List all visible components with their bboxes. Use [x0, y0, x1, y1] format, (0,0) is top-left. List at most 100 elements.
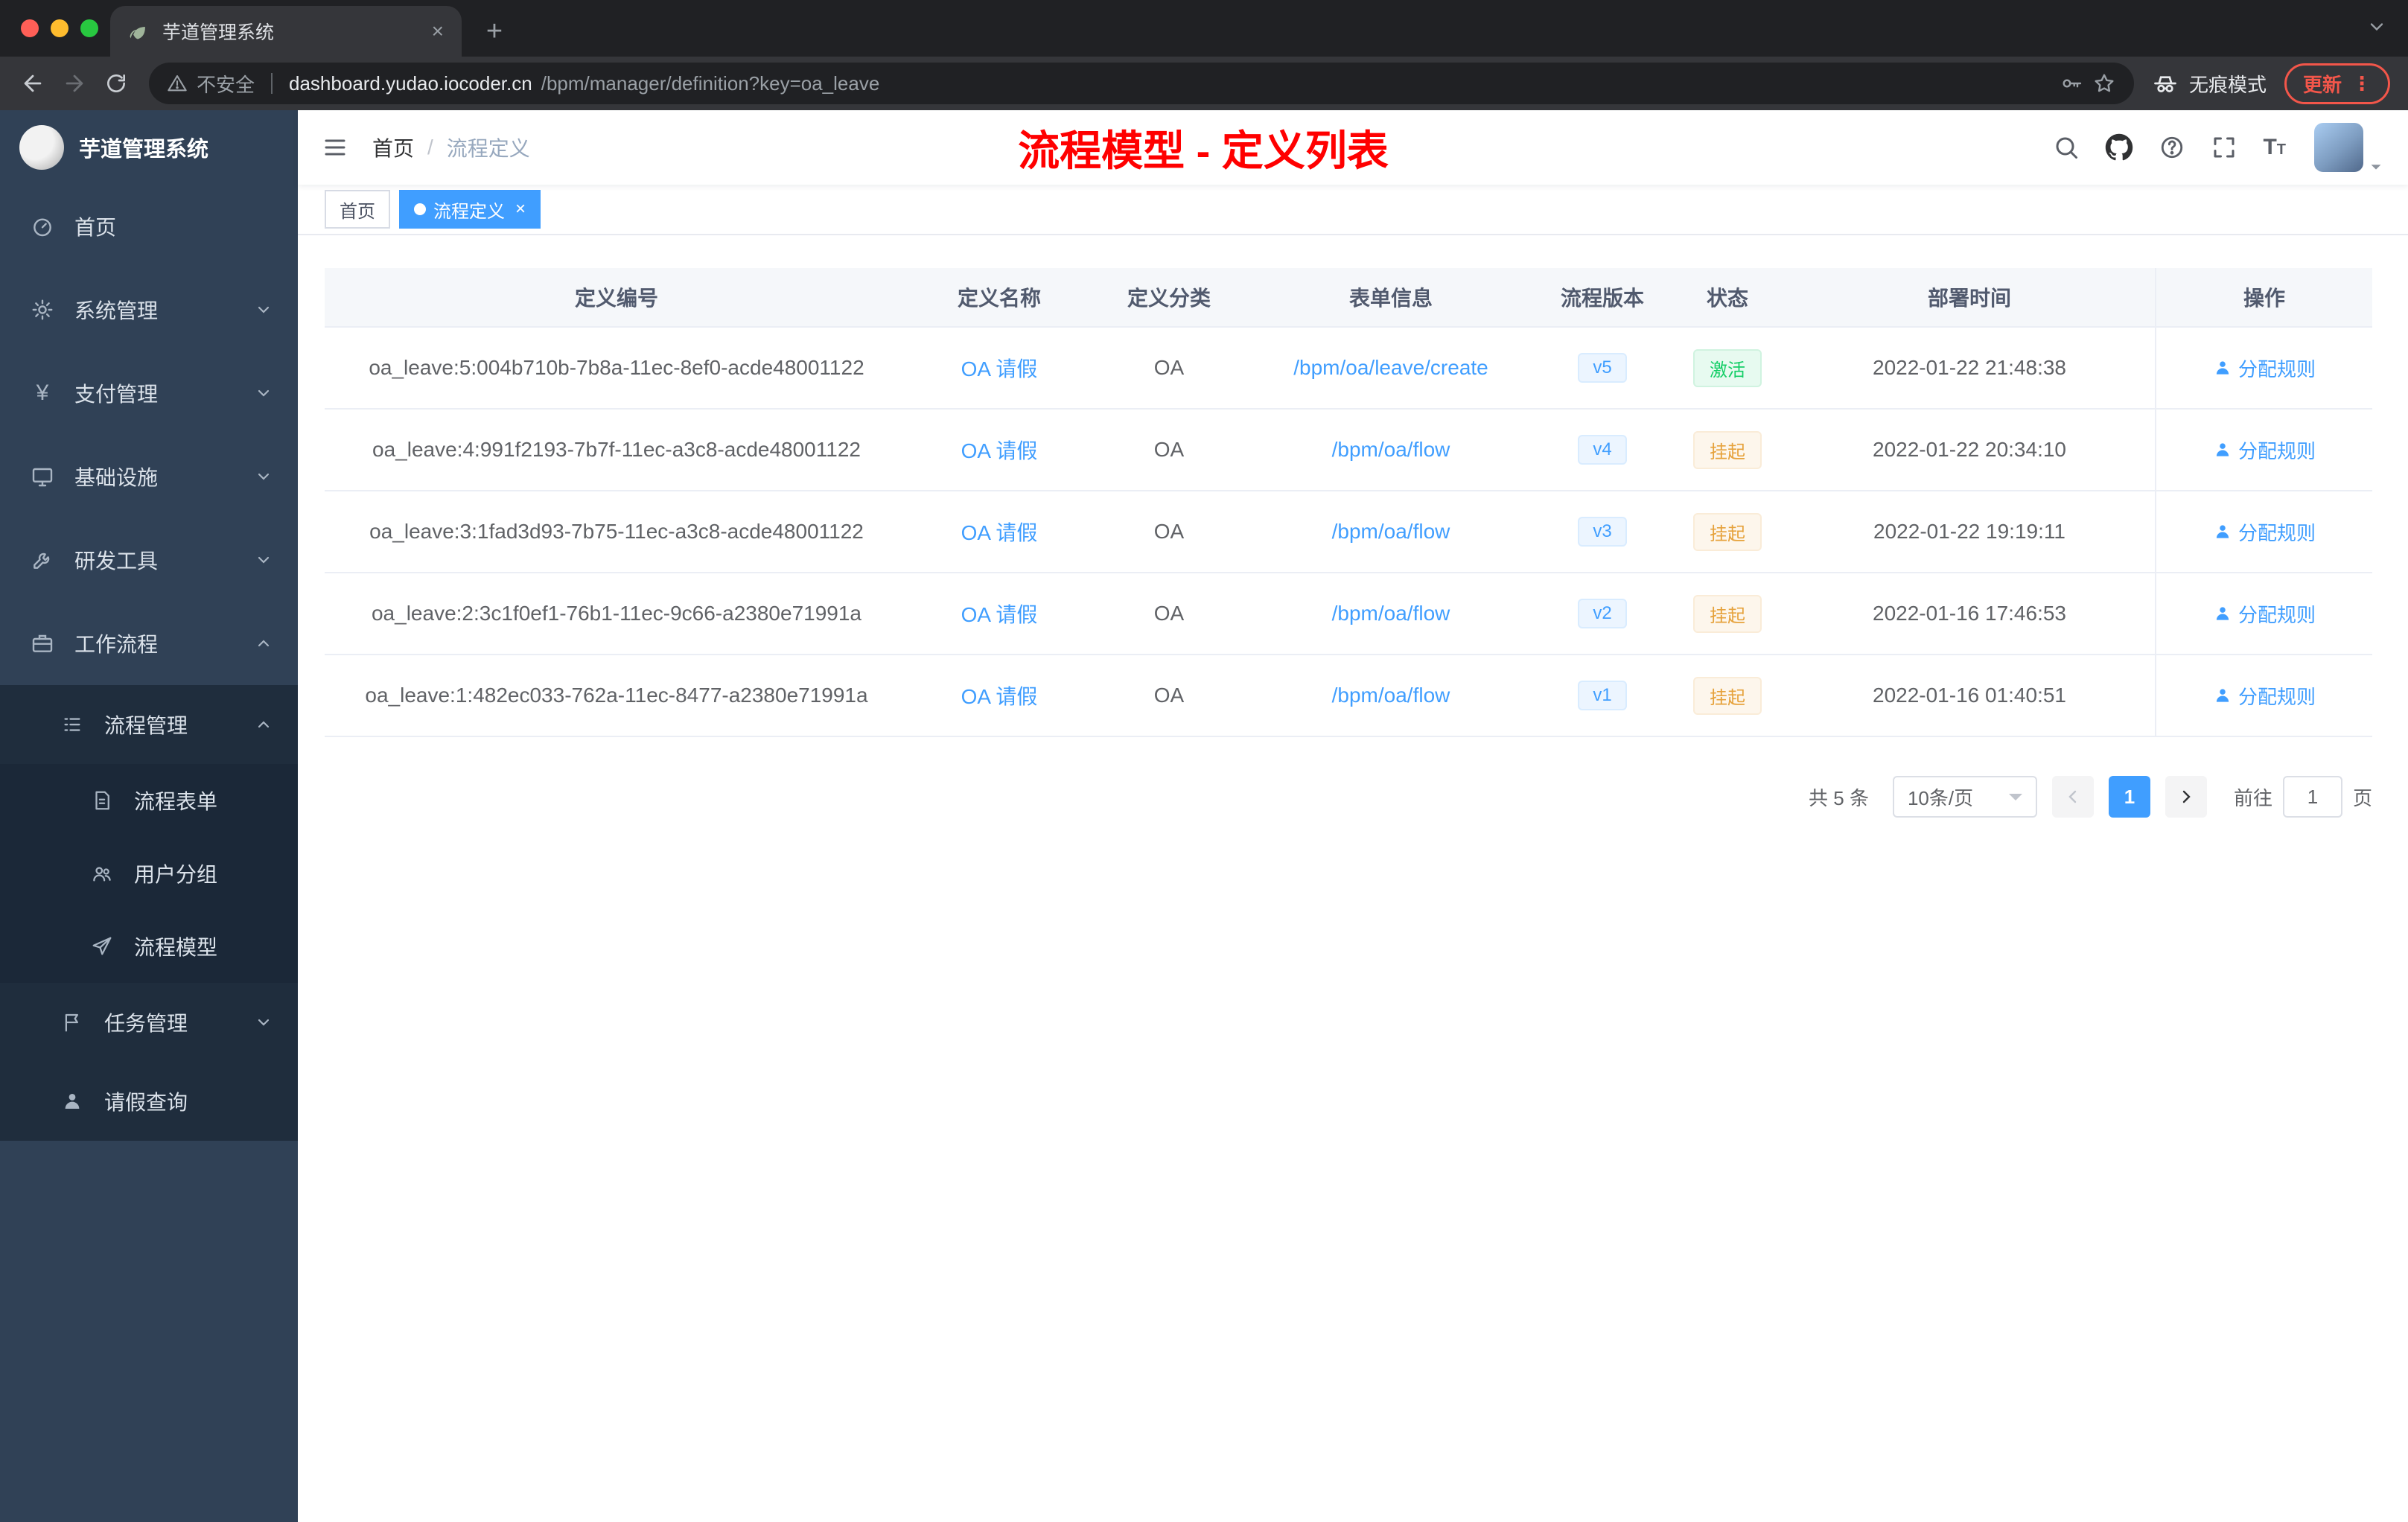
sidebar-item-user-group[interactable]: 用户分组: [0, 837, 298, 910]
chevron-down-icon: [255, 301, 273, 319]
sidebar-item-label: 首页: [74, 216, 117, 239]
help-icon[interactable]: [2159, 134, 2185, 161]
sidebar-item-devtools[interactable]: 研发工具: [0, 518, 298, 602]
browser-toolbar: 不安全 dashboard.yudao.iocoder.cn/bpm/manag…: [0, 57, 2408, 110]
font-size-icon[interactable]: TT: [2263, 135, 2286, 160]
incognito-icon: [2152, 70, 2179, 97]
definition-name-link[interactable]: OA 请假: [961, 357, 1038, 380]
col-header-definition-id: 定义编号: [574, 287, 658, 310]
new-tab-button[interactable]: +: [474, 10, 515, 52]
cell-definition-id: oa_leave:5:004b710b-7b8a-11ec-8ef0-acde4…: [369, 356, 864, 379]
assign-rule-link[interactable]: 分配规则: [2213, 518, 2316, 546]
user-icon: [2213, 440, 2232, 459]
github-icon[interactable]: [2105, 133, 2133, 162]
search-icon[interactable]: [2053, 134, 2080, 161]
definition-name-link[interactable]: OA 请假: [961, 521, 1038, 544]
breadcrumb-separator: /: [427, 136, 433, 159]
sidebar: 芋道管理系统 首页 系统管理 ¥ 支付管理 基础设施 研发工具 工作流程 流程管…: [0, 110, 298, 1522]
avatar[interactable]: [2314, 123, 2363, 172]
logo-avatar: [19, 125, 64, 170]
browser-tab[interactable]: 芋道管理系统 ×: [110, 6, 462, 57]
breadcrumb-current: 流程定义: [446, 137, 530, 160]
sidebar-item-label: 流程管理: [104, 714, 188, 737]
form-info-link[interactable]: /bpm/oa/flow: [1332, 438, 1450, 461]
sidebar-item-home[interactable]: 首页: [0, 185, 298, 268]
url-host: dashboard.yudao.iocoder.cn: [289, 71, 532, 95]
sidebar-item-process-management[interactable]: 流程管理: [0, 685, 298, 764]
definition-name-link[interactable]: OA 请假: [961, 439, 1038, 462]
definition-name-link[interactable]: OA 请假: [961, 685, 1038, 708]
assign-rule-link[interactable]: 分配规则: [2213, 600, 2316, 628]
sidebar-toggle-icon[interactable]: [322, 134, 348, 161]
sidebar-item-task-management[interactable]: 任务管理: [0, 983, 298, 1062]
window-zoom-button[interactable]: [80, 19, 98, 37]
tab-search-chevron-icon[interactable]: [2366, 16, 2387, 37]
tag-home[interactable]: 首页: [325, 190, 390, 229]
sidebar-item-infrastructure[interactable]: 基础设施: [0, 435, 298, 518]
breadcrumb-home[interactable]: 首页: [372, 133, 414, 162]
key-icon[interactable]: [2060, 71, 2083, 95]
sidebar-logo[interactable]: 芋道管理系统: [0, 110, 298, 185]
table-row: oa_leave:2:3c1f0ef1-76b1-11ec-9c66-a2380…: [325, 573, 2372, 655]
form-info-link[interactable]: /bpm/oa/flow: [1332, 684, 1450, 707]
chevron-down-icon: [255, 468, 273, 485]
tag-close-icon[interactable]: ×: [515, 199, 526, 220]
forward-icon[interactable]: [54, 63, 95, 104]
sidebar-item-workflow[interactable]: 工作流程: [0, 602, 298, 685]
sidebar-item-payment[interactable]: ¥ 支付管理: [0, 351, 298, 435]
next-page-button[interactable]: [2165, 776, 2207, 818]
form-info-link[interactable]: /bpm/oa/flow: [1332, 520, 1450, 543]
version-badge: v5: [1578, 353, 1627, 383]
caret-down-icon: [2368, 159, 2384, 175]
chevron-up-icon: [255, 634, 273, 652]
chevron-up-icon: [255, 716, 273, 733]
table-row: oa_leave:3:1fad3d93-7b75-11ec-a3c8-acde4…: [325, 491, 2372, 573]
document-icon: [89, 788, 115, 813]
chevron-down-icon: [255, 1013, 273, 1031]
window-close-button[interactable]: [21, 19, 39, 37]
cell-deploy-time: 2022-01-22 19:19:11: [1873, 520, 2065, 543]
assign-rule-link[interactable]: 分配规则: [2213, 436, 2316, 464]
incognito-badge: 无痕模式: [2152, 70, 2267, 98]
user-menu[interactable]: [2314, 123, 2384, 172]
update-browser-button[interactable]: 更新 ⋮: [2284, 63, 2390, 104]
page-size-select[interactable]: 10条/页: [1892, 776, 2037, 818]
sidebar-item-leave-query[interactable]: 请假查询: [0, 1062, 298, 1141]
col-header-status: 状态: [1706, 287, 1748, 310]
security-label[interactable]: 不安全: [197, 70, 255, 98]
incognito-label: 无痕模式: [2188, 73, 2267, 96]
bookmark-star-icon[interactable]: [2092, 71, 2116, 95]
sidebar-item-process-form[interactable]: 流程表单: [0, 764, 298, 837]
form-info-link[interactable]: /bpm/oa/leave/create: [1293, 356, 1488, 379]
sidebar-item-system[interactable]: 系统管理: [0, 268, 298, 351]
table-header-row: 定义编号 定义名称 定义分类 表单信息 流程版本 状态 部署时间 操作: [325, 268, 2372, 328]
navbar-actions: TT: [2053, 123, 2384, 172]
col-header-category: 定义分类: [1127, 287, 1211, 310]
status-badge: 挂起: [1693, 430, 1762, 469]
page-content: 定义编号 定义名称 定义分类 表单信息 流程版本 状态 部署时间 操作 oa_l…: [298, 235, 2408, 1522]
tab-close-icon[interactable]: ×: [429, 19, 447, 43]
assign-rule-link[interactable]: 分配规则: [2213, 682, 2316, 710]
paper-plane-icon: [89, 934, 115, 959]
form-info-link[interactable]: /bpm/oa/flow: [1332, 602, 1450, 625]
sidebar-item-label: 工作流程: [74, 633, 159, 656]
col-header-form-info: 表单信息: [1348, 287, 1433, 310]
window-minimize-button[interactable]: [51, 19, 69, 37]
browser-menu-icon[interactable]: ⋮: [2352, 72, 2372, 95]
tag-process-definition[interactable]: 流程定义 ×: [399, 190, 541, 229]
page-number-button[interactable]: 1: [2108, 776, 2150, 818]
address-bar[interactable]: 不安全 dashboard.yudao.iocoder.cn/bpm/manag…: [149, 63, 2134, 104]
table-row: oa_leave:5:004b710b-7b8a-11ec-8ef0-acde4…: [325, 328, 2372, 410]
prev-page-button[interactable]: [2051, 776, 2094, 818]
back-icon[interactable]: [12, 63, 54, 104]
status-badge: 挂起: [1693, 512, 1762, 551]
cell-definition-id: oa_leave:4:991f2193-7b7f-11ec-a3c8-acde4…: [372, 438, 861, 461]
assign-rule-link[interactable]: 分配规则: [2213, 354, 2316, 382]
page-goto-input[interactable]: [2282, 776, 2342, 818]
yen-icon: ¥: [36, 380, 49, 405]
cell-deploy-time: 2022-01-22 21:48:38: [1873, 356, 2066, 379]
sidebar-item-process-model[interactable]: 流程模型: [0, 910, 298, 983]
reload-icon[interactable]: [95, 63, 137, 104]
definition-name-link[interactable]: OA 请假: [961, 603, 1038, 626]
fullscreen-icon[interactable]: [2211, 134, 2237, 161]
